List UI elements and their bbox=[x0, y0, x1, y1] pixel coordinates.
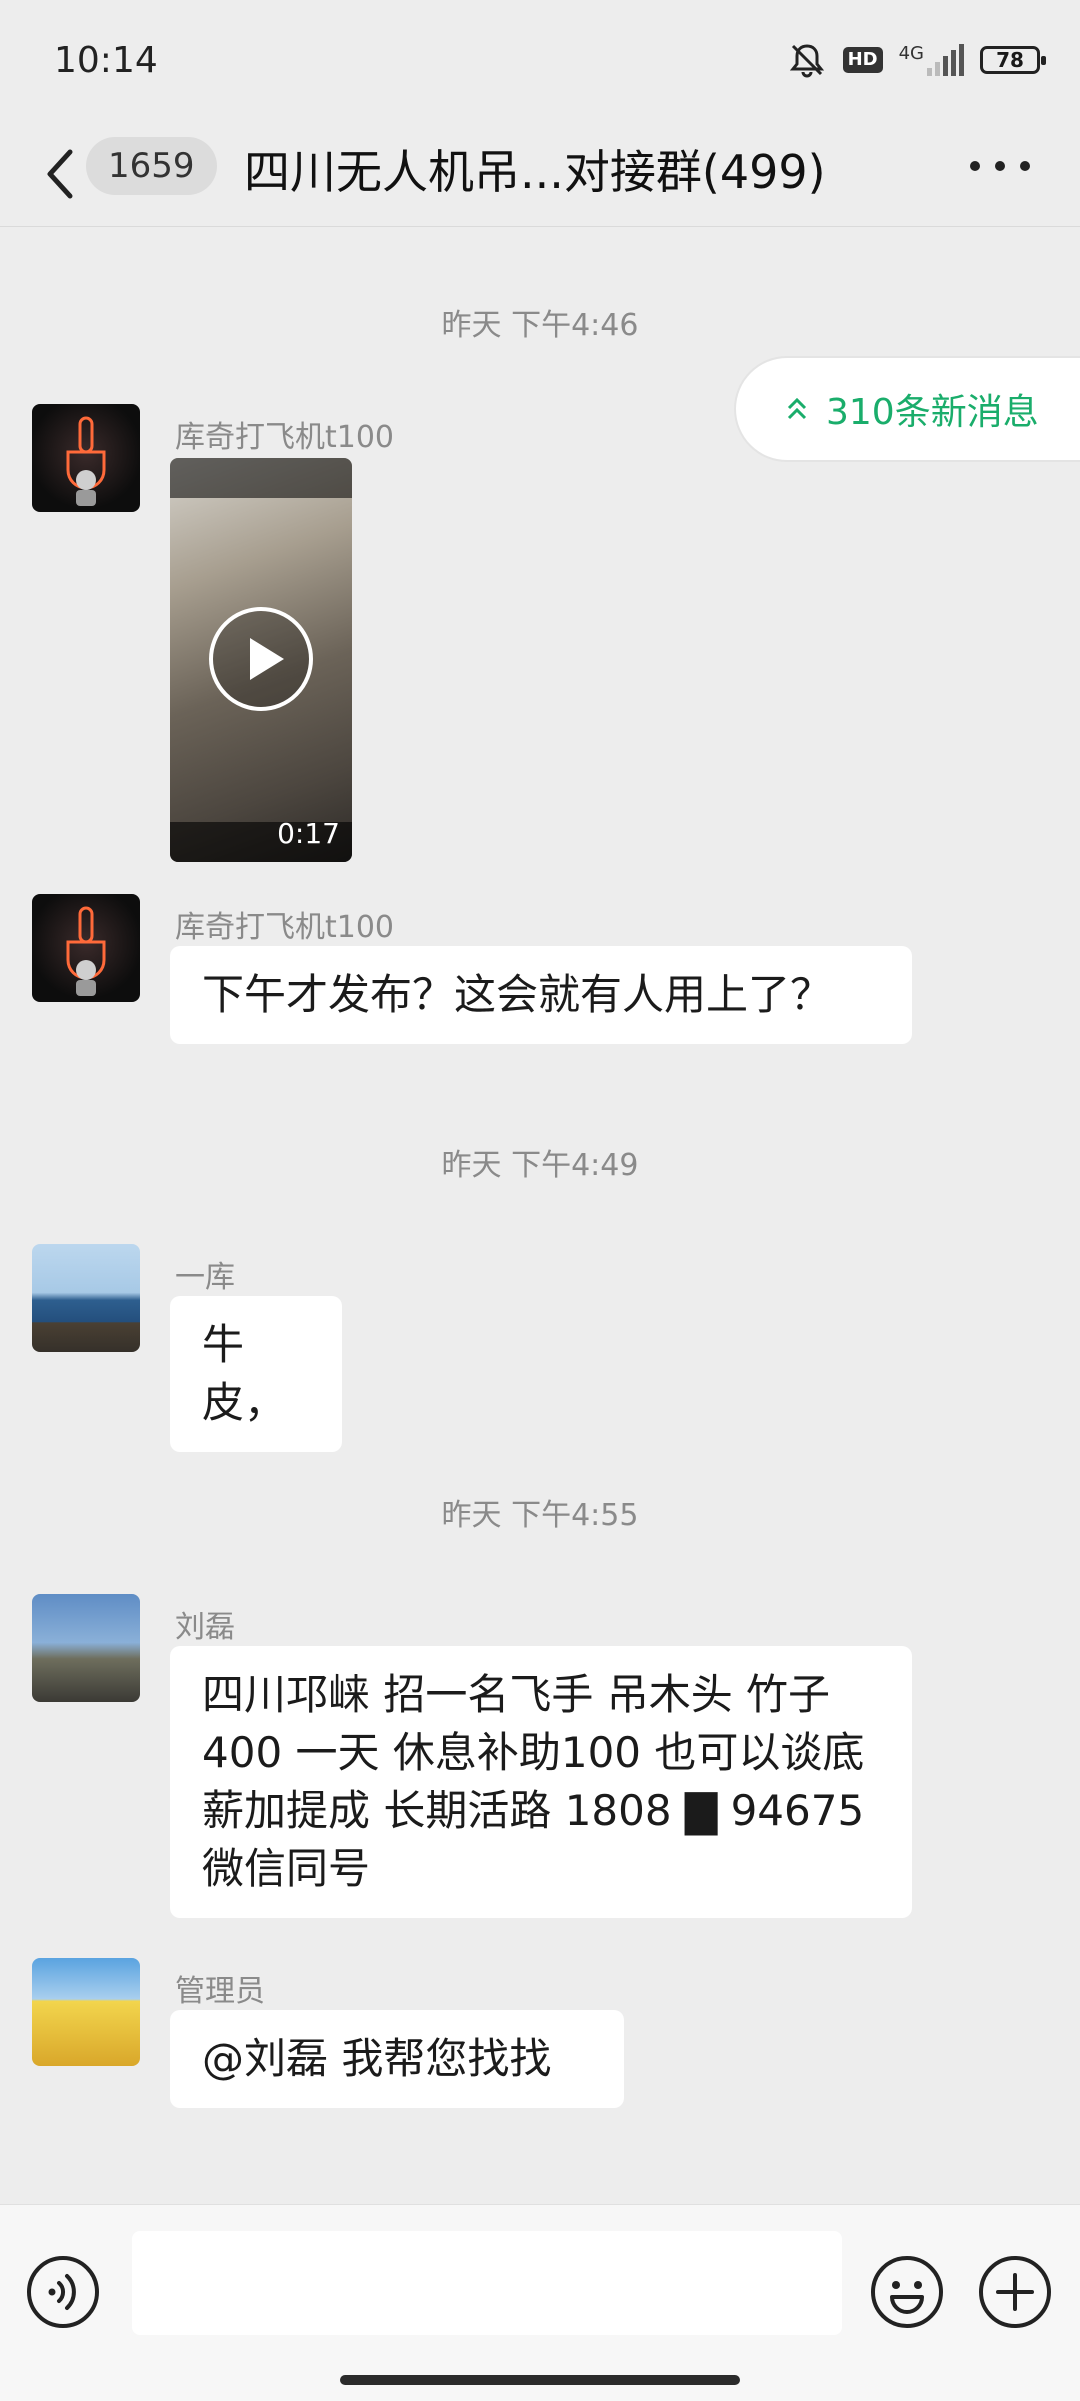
timestamp: 昨天 下午4:46 bbox=[441, 308, 639, 343]
message-bubble[interactable]: 四川邛崃 招一名飞手 吊木头 竹子 400 一天 休息补助100 也可以谈底 薪… bbox=[170, 1646, 912, 1918]
new-messages-label: 310条新消息 bbox=[826, 392, 1039, 433]
avatar[interactable] bbox=[32, 1594, 140, 1702]
unread-count-badge[interactable]: 1659 bbox=[86, 137, 217, 195]
hd-icon: HD bbox=[842, 47, 883, 73]
mute-icon bbox=[789, 44, 824, 78]
home-indicator[interactable] bbox=[340, 2375, 740, 2385]
emoji-icon[interactable] bbox=[870, 2255, 944, 2329]
new-messages-button[interactable]: 310条新消息 bbox=[734, 356, 1080, 462]
header-divider bbox=[0, 226, 1080, 227]
avatar[interactable] bbox=[32, 894, 140, 1002]
battery-level: 78 bbox=[996, 48, 1024, 72]
plus-icon[interactable] bbox=[978, 2255, 1052, 2329]
input-bar bbox=[0, 2204, 1080, 2401]
signal-icon: 4G bbox=[898, 43, 964, 76]
sender-name: 一库 bbox=[175, 1260, 235, 1295]
message-bubble[interactable]: @刘磊 我帮您找找 bbox=[170, 2010, 624, 2108]
message-line: 400 一天 休息补助100 也可以谈底 bbox=[202, 1728, 865, 1777]
avatar[interactable] bbox=[32, 1244, 140, 1352]
page-title: 四川无人机吊...对接群(499) bbox=[244, 145, 826, 199]
back-arrow-icon[interactable] bbox=[42, 146, 82, 202]
status-bar: 10:14 HD 4G 78 bbox=[0, 0, 1080, 120]
sender-name: 刘磊 bbox=[175, 1610, 235, 1645]
timestamp: 昨天 下午4:55 bbox=[441, 1498, 639, 1533]
sender-name: 库奇打飞机t100 bbox=[175, 420, 395, 455]
message-bubble[interactable]: 牛皮， bbox=[170, 1296, 342, 1452]
chat-header: 1659 四川无人机吊...对接群(499) bbox=[0, 120, 1080, 230]
message-bubble[interactable]: 下午才发布？这会就有人用上了？ bbox=[170, 946, 912, 1044]
avatar-figure-icon bbox=[66, 906, 106, 996]
message-line: 四川邛崃 招一名飞手 吊木头 竹子 bbox=[202, 1670, 831, 1719]
play-icon[interactable] bbox=[208, 606, 314, 712]
network-label: 4G bbox=[898, 43, 924, 64]
more-options-icon[interactable] bbox=[970, 154, 1030, 178]
avatar[interactable] bbox=[32, 1958, 140, 2066]
avatar-figure-icon bbox=[66, 416, 106, 506]
sender-name: 管理员 bbox=[175, 1974, 265, 2009]
status-time: 10:14 bbox=[54, 40, 158, 81]
timestamp: 昨天 下午4:49 bbox=[441, 1148, 639, 1183]
message-line: 微信同号 bbox=[202, 1844, 371, 1893]
message-line: 薪加提成 长期活路 1808 ▇ 94675 bbox=[202, 1786, 865, 1835]
double-chevron-up-icon bbox=[787, 397, 807, 420]
video-thumb-topbar bbox=[170, 458, 352, 498]
voice-icon[interactable] bbox=[26, 2255, 100, 2329]
video-message[interactable]: 0:17 bbox=[170, 458, 352, 862]
sender-name: 库奇打飞机t100 bbox=[175, 910, 395, 945]
avatar[interactable] bbox=[32, 404, 140, 512]
message-input[interactable] bbox=[132, 2231, 842, 2335]
video-duration: 0:17 bbox=[277, 817, 340, 850]
battery-icon: 78 bbox=[980, 46, 1046, 74]
status-icons: HD 4G 78 bbox=[787, 40, 1046, 80]
